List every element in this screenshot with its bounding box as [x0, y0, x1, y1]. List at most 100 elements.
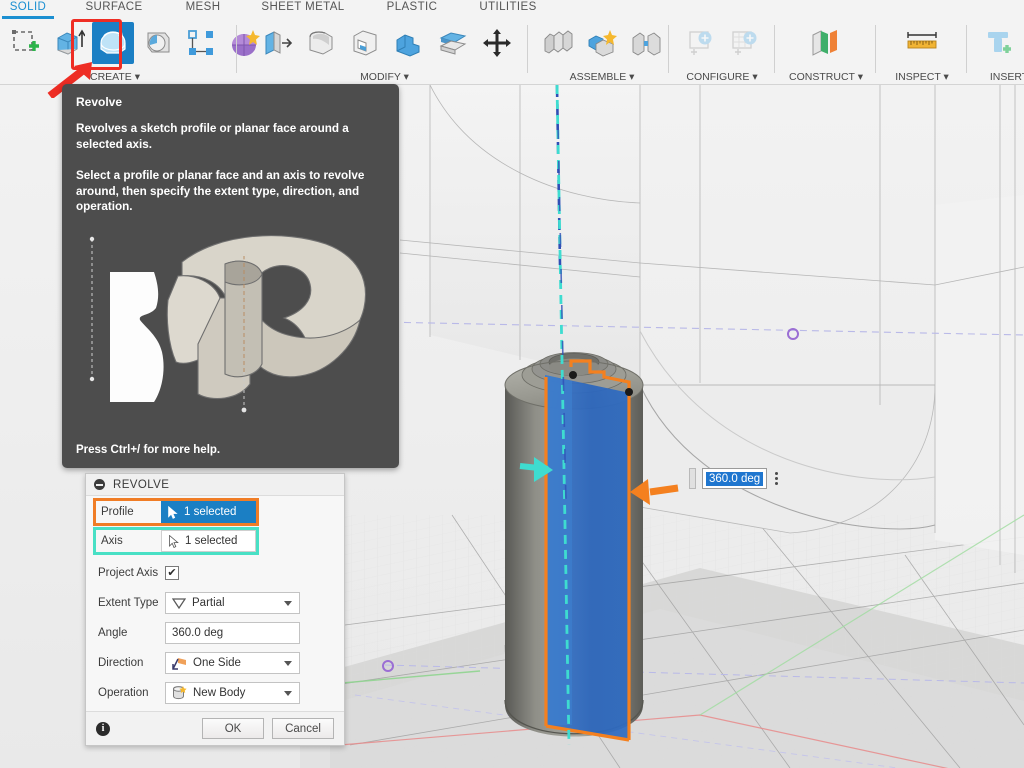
cancel-button[interactable]: Cancel	[272, 718, 334, 739]
ghost-body-background	[399, 85, 1024, 573]
fillet-icon-button[interactable]	[300, 22, 342, 64]
selected-profile-face[interactable]	[545, 375, 630, 740]
direction-row: Direction One Side	[86, 648, 344, 678]
ribbon-toolbar: SOLID SURFACE MESH SHEET METAL PLASTIC U…	[0, 0, 1024, 85]
group-label-inspect: INSPECT ▾	[895, 71, 949, 83]
chevron-down-icon[interactable]: ▾	[943, 71, 948, 83]
chevron-down-icon[interactable]: ▾	[858, 71, 863, 83]
angle-input-box[interactable]: 360.0 deg	[702, 468, 768, 489]
direction-dropdown[interactable]: One Side	[165, 652, 300, 674]
dialog-header[interactable]: REVOLVE	[86, 474, 344, 496]
axis-select-field[interactable]: 1 selected	[161, 530, 256, 552]
configure-design-icon	[689, 31, 712, 55]
operation-label: Operation	[98, 687, 149, 699]
profile-select-value: 1 selected	[184, 506, 237, 518]
revolve-icon-button[interactable]	[92, 22, 134, 64]
angle-input[interactable]: 360.0 deg	[165, 622, 300, 644]
ribbon-group-modify: MODIFY ▾	[250, 19, 535, 84]
extrude-icon-button[interactable]	[48, 22, 90, 64]
fillet-icon	[309, 31, 333, 55]
split-face-icon-button[interactable]	[432, 22, 474, 64]
angle-drag-handle[interactable]	[689, 468, 696, 489]
insert-mcmaster-icon-button[interactable]	[978, 22, 1020, 64]
chevron-down-icon[interactable]: ▾	[135, 71, 140, 83]
offset-plane-icon-button[interactable]	[804, 22, 846, 64]
tooltip-paragraph-2: Select a profile or planar face and an a…	[76, 169, 365, 213]
create-sketch-icon-button[interactable]	[4, 22, 46, 64]
dialog-title: REVOLVE	[113, 478, 170, 491]
tab-solid[interactable]: SOLID	[0, 0, 56, 19]
extent-type-label: Extent Type	[98, 597, 159, 609]
chevron-down-icon[interactable]	[284, 661, 292, 666]
configure-design-icon-button[interactable]	[680, 22, 722, 64]
profile-label: Profile	[101, 506, 134, 518]
one-side-arrow-icon	[172, 657, 186, 670]
tab-plastic[interactable]: PLASTIC	[372, 0, 452, 19]
collapse-icon[interactable]	[94, 479, 105, 490]
chevron-down-icon[interactable]	[284, 691, 292, 696]
new-body-icon	[173, 686, 187, 700]
profile-select-field[interactable]: 1 selected	[161, 501, 256, 523]
group-separator	[875, 25, 876, 73]
operation-dropdown[interactable]: New Body	[165, 682, 300, 704]
move-copy-icon	[483, 29, 511, 57]
group-label-assemble: ASSEMBLE ▾	[569, 71, 635, 83]
press-pull-icon-button[interactable]	[256, 22, 298, 64]
ribbon-group-inspect: INSPECT ▾	[881, 19, 963, 84]
group-label-modify: MODIFY ▾	[360, 71, 409, 83]
angle-input-value: 360.0 deg	[172, 627, 224, 639]
move-copy-icon-button[interactable]	[476, 22, 518, 64]
group-separator	[668, 25, 669, 73]
group-label-configure: CONFIGURE ▾	[686, 71, 758, 83]
chevron-down-icon[interactable]: ▾	[629, 71, 634, 83]
tooltip-paragraph-1: Revolves a sketch profile or planar face…	[76, 122, 349, 151]
angle-overflow-menu-icon[interactable]	[773, 472, 779, 485]
illustration-axis	[89, 236, 95, 382]
group-separator	[236, 25, 237, 73]
ribbon-group-assemble: ASSEMBLE ▾	[533, 19, 671, 84]
shell-icon-button[interactable]	[344, 22, 386, 64]
direction-label: Direction	[98, 657, 144, 669]
partial-extent-icon	[172, 597, 186, 609]
new-component-icon	[544, 30, 573, 54]
press-pull-icon	[265, 31, 293, 55]
create-sketch-icon	[12, 30, 39, 51]
extrude-icon	[57, 29, 85, 55]
chevron-down-icon[interactable]: ▾	[404, 71, 409, 83]
angle-input-value[interactable]: 360.0 deg	[706, 471, 764, 486]
combine-icon-button[interactable]	[388, 22, 430, 64]
revolve-dialog: REVOLVE Profile 1 selected Axis 1 select…	[85, 473, 345, 746]
group-separator	[774, 25, 775, 73]
project-axis-label: Project Axis	[98, 567, 159, 579]
chevron-down-icon[interactable]	[284, 601, 292, 606]
sweep-icon-button[interactable]	[136, 22, 178, 64]
new-component-icon-button[interactable]	[537, 22, 579, 64]
tab-utilities[interactable]: UTILITIES	[468, 0, 548, 19]
angle-manipulator-widget[interactable]: 360.0 deg	[689, 468, 779, 489]
joint-icon	[588, 30, 617, 57]
tab-surface[interactable]: SURFACE	[74, 0, 154, 19]
cursor-arrow-icon	[168, 505, 178, 519]
pattern-icon-button[interactable]	[180, 22, 222, 64]
combine-icon	[396, 34, 420, 57]
extent-type-dropdown[interactable]: Partial	[165, 592, 300, 614]
tooltip-footer: Press Ctrl+/ for more help.	[76, 444, 221, 456]
chevron-down-icon[interactable]: ▾	[752, 71, 757, 83]
measure-icon-button[interactable]	[901, 22, 943, 64]
info-icon[interactable]: i	[96, 721, 110, 736]
revolve-tooltip-panel: Revolve Revolves a sketch profile or pla…	[62, 84, 399, 468]
project-axis-checkbox[interactable]: ✔	[165, 566, 179, 580]
extent-type-value: Partial	[192, 597, 225, 609]
group-label-create: CREATE ▾	[89, 71, 140, 83]
ribbon-group-construct: CONSTRUCT ▾	[780, 19, 872, 84]
as-built-joint-icon-button[interactable]	[625, 22, 667, 64]
ok-button[interactable]: OK	[202, 718, 264, 739]
tab-sheet-metal[interactable]: SHEET METAL	[252, 0, 354, 19]
axis-label: Axis	[101, 535, 123, 547]
profile-vertex	[625, 388, 633, 396]
angle-row: Angle 360.0 deg	[86, 618, 344, 648]
tab-mesh[interactable]: MESH	[170, 0, 236, 19]
illustration-profile	[110, 272, 164, 402]
configuration-table-icon-button[interactable]	[724, 22, 766, 64]
joint-icon-button[interactable]	[581, 22, 623, 64]
